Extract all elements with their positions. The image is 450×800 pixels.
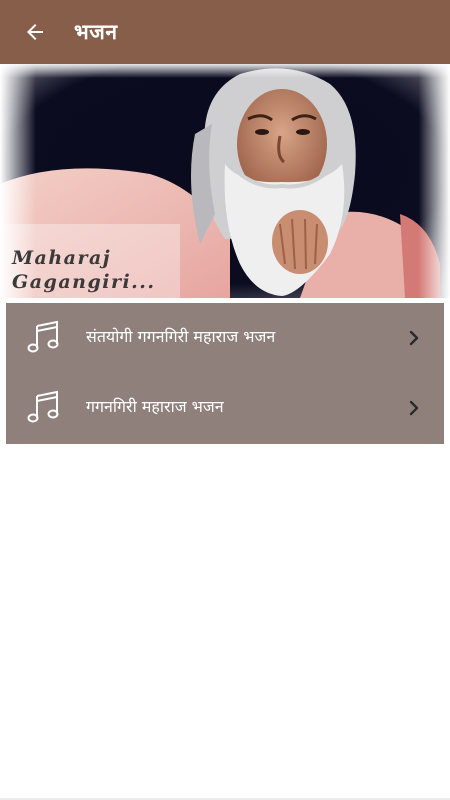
banner-image: Maharaj Gagangiri... <box>0 64 450 298</box>
chevron-right-icon <box>409 330 419 346</box>
app-screen: भजन Maharaj Gagangiri... संतयोगी गगनगिरी… <box>0 0 450 800</box>
toolbar: भजन <box>0 0 450 64</box>
bhajan-list: संतयोगी गगनगिरी महाराज भजन गगनगिरी महारा… <box>6 303 444 444</box>
list-item-santyogi-bhajan[interactable]: संतयोगी गगनगिरी महाराज भजन <box>6 303 444 373</box>
banner-caption-line1: Maharaj <box>12 247 112 269</box>
list-item-label: गगनगिरी महाराज भजन <box>86 397 224 416</box>
banner-caption: Maharaj Gagangiri... <box>12 246 156 294</box>
list-item-label: संतयोगी गगनगिरी महाराज भजन <box>86 327 276 346</box>
chevron-right-icon <box>409 400 419 416</box>
arrow-left-icon <box>27 24 43 40</box>
back-button[interactable] <box>13 10 57 54</box>
banner-caption-line2: Gagangiri... <box>12 271 156 293</box>
list-item-gagangiri-bhajan[interactable]: गगनगिरी महाराज भजन <box>6 373 444 443</box>
music-note-icon <box>27 390 59 423</box>
music-note-icon <box>27 320 59 353</box>
page-title: भजन <box>74 20 118 44</box>
